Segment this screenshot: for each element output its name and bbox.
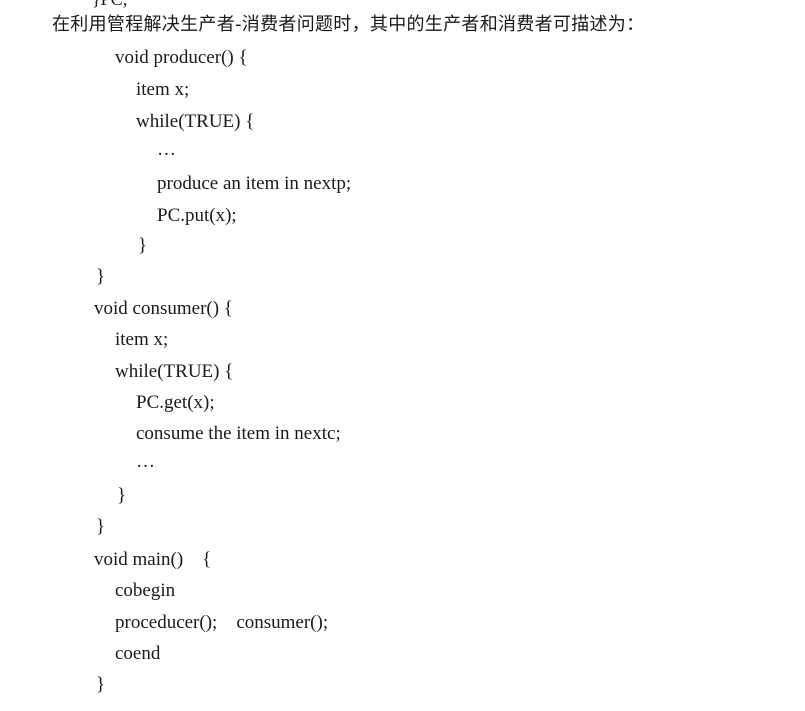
code-line: PC.put(x);: [157, 205, 237, 226]
code-line: while(TRUE) {: [115, 361, 234, 382]
document-page: }PC; 在利用管程解决生产者-消费者问题时，其中的生产者和消费者可描述为： v…: [0, 0, 805, 711]
code-line-brace: }: [96, 674, 106, 695]
code-line: consume the item in nextc;: [136, 423, 341, 444]
code-line-ellipsis: …: [136, 451, 155, 472]
code-line-brace: }: [117, 485, 127, 506]
intro-paragraph: 在利用管程解决生产者-消费者问题时，其中的生产者和消费者可描述为：: [52, 14, 645, 35]
code-line-brace: }: [138, 235, 148, 256]
code-line-ellipsis: …: [157, 139, 176, 160]
code-line: PC.get(x);: [136, 392, 215, 413]
code-line: while(TRUE) {: [136, 111, 255, 132]
code-line-main-decl: void main() {: [94, 549, 212, 570]
code-line: coend: [115, 643, 161, 664]
code-line: proceducer(); consumer();: [115, 612, 329, 633]
code-line-brace: }: [96, 266, 106, 287]
code-line: produce an item in nextp;: [157, 173, 352, 194]
code-line-producer-decl: void producer() {: [115, 47, 248, 68]
code-line-consumer-decl: void consumer() {: [94, 298, 233, 319]
code-fragment-top: }PC;: [92, 0, 128, 9]
code-line: item x;: [115, 329, 169, 350]
code-line: cobegin: [115, 580, 176, 601]
code-line: item x;: [136, 79, 190, 100]
code-line-brace: }: [96, 516, 106, 537]
